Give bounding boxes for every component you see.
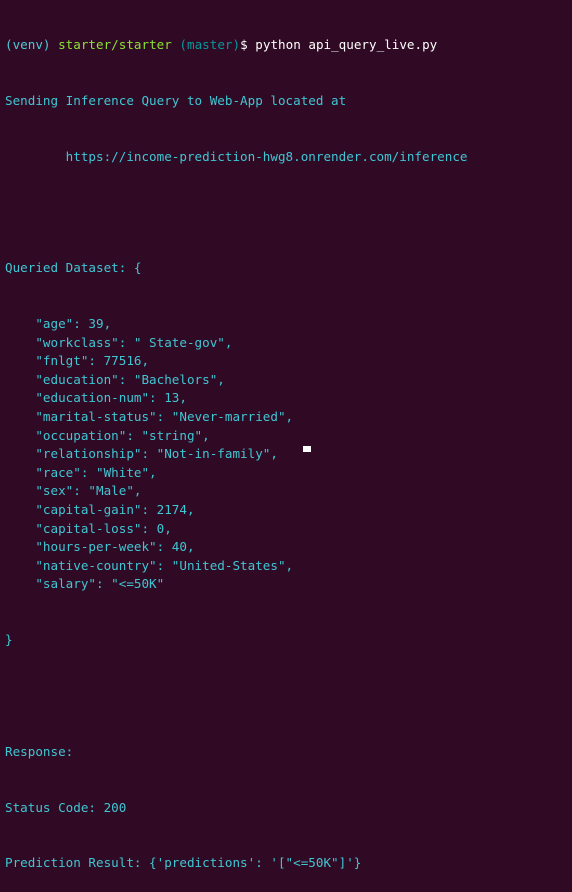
prompt-line: (venv) starter/starter (master)$ python …	[5, 36, 468, 55]
dataset-field-line: "fnlgt": 77516,	[5, 353, 150, 369]
dataset-field-line: "sex": "Male",	[5, 483, 142, 499]
terminal-output: (venv) starter/starter (master)$ python …	[5, 0, 468, 892]
dataset-field-line: "workclass": " State-gov",	[5, 334, 233, 350]
dataset-field-line: "capital-gain": 2174,	[5, 502, 195, 518]
terminal-cursor	[303, 446, 311, 452]
dataset-field-line: "marital-status": "Never-married",	[5, 409, 294, 425]
url-line: https://income-prediction-hwg8.onrender.…	[5, 148, 468, 164]
dataset-field-line: "occupation": "string",	[5, 427, 210, 443]
response-line: Response:	[5, 743, 74, 759]
dataset-field-line: "native-country": "United-States",	[5, 557, 294, 573]
prediction-line: Prediction Result: {'predictions': '["<=…	[5, 855, 362, 871]
dataset-field-line: "race": "White",	[5, 464, 157, 480]
dataset-field-line: "education-num": 13,	[5, 390, 187, 406]
queried-header: Queried Dataset: {	[5, 260, 142, 276]
git-branch: (master)	[179, 37, 241, 53]
dataset-field-line: "capital-loss": 0,	[5, 520, 172, 536]
dataset-field-line: "hours-per-week": 40,	[5, 539, 195, 555]
venv-indicator: (venv)	[5, 37, 51, 53]
prompt-symbol: $	[240, 37, 248, 53]
prompt-path: starter/starter	[58, 37, 172, 53]
closing-brace: }	[5, 632, 13, 648]
sending-line: Sending Inference Query to Web-App locat…	[5, 92, 347, 108]
status-line: Status Code: 200	[5, 799, 127, 815]
command-text: python api_query_live.py	[255, 37, 438, 53]
dataset-field-line: "relationship": "Not-in-family",	[5, 446, 278, 462]
dataset-field-line: "age": 39,	[5, 316, 112, 332]
dataset-field-line: "education": "Bachelors",	[5, 371, 225, 387]
dataset-field-line: "salary": "<=50K"	[5, 576, 165, 592]
